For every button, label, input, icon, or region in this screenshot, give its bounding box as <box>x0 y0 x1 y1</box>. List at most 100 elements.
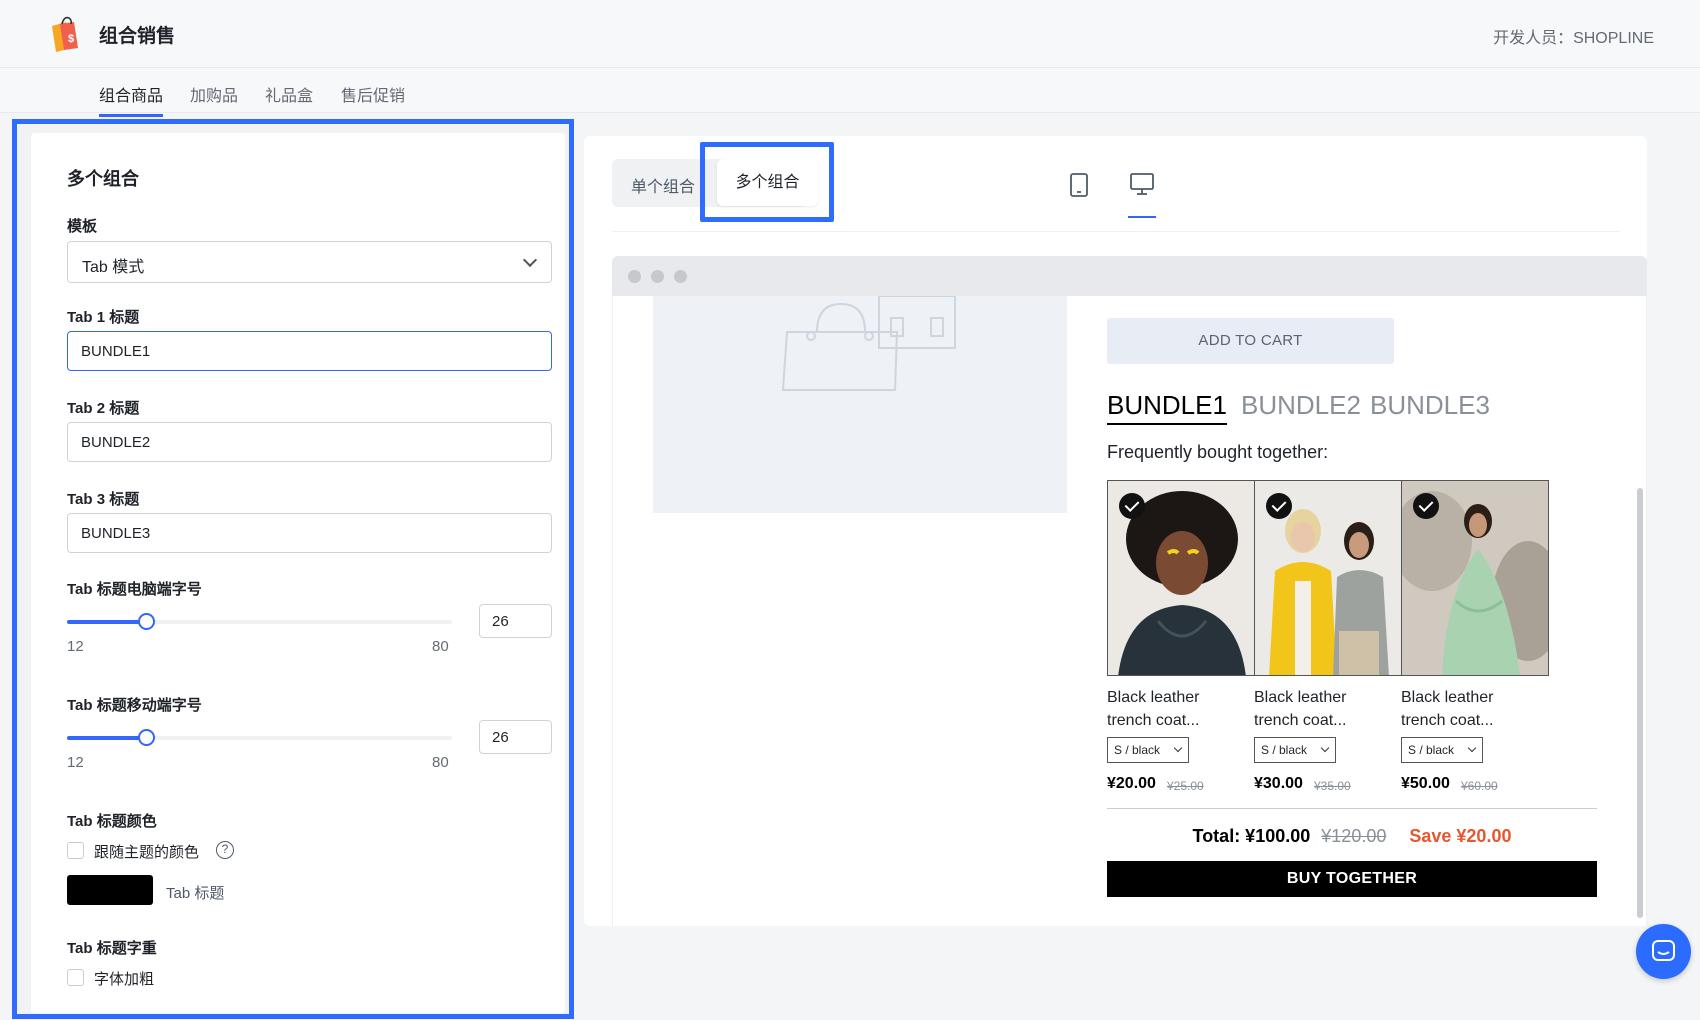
mode-multi[interactable]: 多个组合 <box>717 159 818 206</box>
product-image[interactable] <box>1401 480 1549 676</box>
desktop-size-slider-thumb[interactable] <box>138 613 155 630</box>
tab-bundle-products[interactable]: 组合商品 <box>99 82 164 117</box>
chevron-down-icon <box>1467 743 1477 753</box>
product-original-price: ¥35.00 <box>1314 779 1351 793</box>
desktop-size-slider-fill <box>67 620 146 624</box>
tab2-title-input[interactable] <box>67 422 552 462</box>
title-weight-label: Tab 标题字重 <box>67 940 157 957</box>
tab1-label: Tab 1 标题 <box>67 309 140 326</box>
product-image-placeholder <box>653 296 1067 513</box>
desktop-size-input[interactable]: 26 <box>479 604 552 638</box>
bundle-tab-1[interactable]: BUNDLE1 <box>1107 390 1227 425</box>
product-name-line: trench coat... <box>1254 712 1347 729</box>
window-dot <box>651 270 664 283</box>
tab-post-purchase[interactable]: 售后促销 <box>341 82 405 114</box>
follow-theme-label: 跟随主题的颜色 <box>94 844 200 861</box>
tab1-title-input[interactable] <box>67 331 552 371</box>
product-price: ¥50.00 <box>1401 775 1450 792</box>
product-name: Black leather trench coat... <box>1401 686 1549 732</box>
product-name-line: Black leather <box>1254 689 1347 706</box>
desktop-size-min: 12 <box>67 638 84 655</box>
mode-single[interactable]: 单个组合 <box>631 173 695 197</box>
bag-placeholder-icon <box>781 296 956 391</box>
window-dot <box>628 270 641 283</box>
tab3-label: Tab 3 标题 <box>67 491 140 508</box>
chevron-down-icon <box>522 252 538 268</box>
bold-label: 字体加粗 <box>94 971 155 988</box>
chevron-down-icon <box>1320 743 1330 753</box>
browser-bar <box>612 256 1647 296</box>
app-title: 组合销售 <box>99 26 176 47</box>
developer-label: 开发人员：SHOPLINE <box>1493 30 1654 47</box>
bundle-tab-2[interactable]: BUNDLE2 <box>1241 390 1361 421</box>
preview-scroll-thumb[interactable] <box>1637 488 1643 918</box>
variant-select[interactable]: S / black <box>1107 737 1189 763</box>
product-name-line: Black leather <box>1401 689 1494 706</box>
store-preview: ADD TO CART BUNDLE1 BUNDLE2 BUNDLE3 Freq… <box>612 296 1647 926</box>
check-icon[interactable] <box>1119 493 1145 519</box>
chat-icon <box>1652 940 1675 961</box>
product-image[interactable] <box>1107 480 1255 676</box>
bundle-tab-3[interactable]: BUNDLE3 <box>1370 390 1490 421</box>
desktop-icon[interactable] <box>1129 171 1155 197</box>
preview-divider <box>612 231 1620 232</box>
template-label: 模板 <box>67 218 98 235</box>
mobile-size-label: Tab 标题移动端字号 <box>67 697 202 714</box>
product-name-line: Black leather <box>1107 689 1200 706</box>
product-image[interactable] <box>1254 480 1402 676</box>
follow-theme-checkbox[interactable] <box>67 842 84 859</box>
tab3-title-input[interactable] <box>67 513 552 553</box>
product-price: ¥20.00 <box>1107 775 1156 792</box>
title-color-label: Tab 标题颜色 <box>67 813 157 830</box>
variant-value: S / black <box>1261 743 1308 757</box>
preview-panel: 单个组合 多个组合 ADD TO CART BUNDLE1 BUNDLE2 BU… <box>584 136 1647 926</box>
mode-multi-highlight: 多个组合 <box>700 142 834 222</box>
variant-value: S / black <box>1114 743 1161 757</box>
total-savings: Save ¥20.00 <box>1409 826 1512 846</box>
bold-checkbox[interactable] <box>67 969 84 986</box>
settings-highlight: 多个组合 模板 Tab 模式 Tab 1 标题 Tab 2 标题 Tab 3 标… <box>12 119 574 1019</box>
device-selected-indicator <box>1128 216 1156 218</box>
template-value: Tab 模式 <box>82 259 145 276</box>
tab-gift-box[interactable]: 礼品盒 <box>265 82 313 114</box>
title-color-swatch-label: Tab 标题 <box>166 885 225 902</box>
total-divider <box>1107 808 1597 809</box>
panel-title: 多个组合 <box>67 169 139 189</box>
mobile-size-min: 12 <box>67 754 84 771</box>
tab2-label: Tab 2 标题 <box>67 400 140 417</box>
chat-button[interactable] <box>1636 924 1691 979</box>
nav-bar: 组合商品 加购品 礼品盒 售后促销 <box>0 68 1700 117</box>
desktop-size-max: 80 <box>432 638 449 655</box>
template-select[interactable]: Tab 模式 <box>67 241 552 283</box>
mobile-size-input[interactable]: 26 <box>479 720 552 754</box>
mobile-size-slider-thumb[interactable] <box>138 729 155 746</box>
product-name-line: trench coat... <box>1107 712 1200 729</box>
product-name: Black leather trench coat... <box>1254 686 1402 732</box>
total-row: Total: ¥100.00 ¥120.00 Save ¥20.00 <box>1107 826 1597 847</box>
desktop-size-label: Tab 标题电脑端字号 <box>67 581 202 598</box>
app-header: $ 组合销售 开发人员：SHOPLINE <box>0 0 1700 68</box>
svg-text:$: $ <box>68 33 74 45</box>
help-icon[interactable]: ? <box>216 841 234 859</box>
product-original-price: ¥60.00 <box>1461 779 1498 793</box>
tablet-icon[interactable] <box>1069 172 1089 198</box>
frequently-bought-label: Frequently bought together: <box>1107 442 1329 462</box>
product-original-price: ¥25.00 <box>1167 779 1204 793</box>
desktop-size-slider[interactable] <box>67 613 452 630</box>
variant-select[interactable]: S / black <box>1254 737 1336 763</box>
buy-together-button[interactable]: BUY TOGETHER <box>1107 861 1597 897</box>
tab-add-on[interactable]: 加购品 <box>190 82 238 114</box>
chevron-down-icon <box>1173 743 1183 753</box>
check-icon[interactable] <box>1266 493 1292 519</box>
total-original-price: ¥120.00 <box>1321 826 1387 846</box>
total-price: Total: ¥100.00 <box>1192 826 1311 846</box>
product-price: ¥30.00 <box>1254 775 1303 792</box>
title-color-swatch[interactable] <box>67 875 153 905</box>
add-to-cart-button[interactable]: ADD TO CART <box>1107 318 1394 364</box>
variant-select[interactable]: S / black <box>1401 737 1483 763</box>
shopping-bag-logo-icon: $ <box>52 16 78 52</box>
settings-panel: 多个组合 模板 Tab 模式 Tab 1 标题 Tab 2 标题 Tab 3 标… <box>31 133 565 1013</box>
mobile-size-slider[interactable] <box>67 729 452 746</box>
check-icon[interactable] <box>1413 493 1439 519</box>
preview-scrollbar[interactable] <box>1634 296 1646 926</box>
